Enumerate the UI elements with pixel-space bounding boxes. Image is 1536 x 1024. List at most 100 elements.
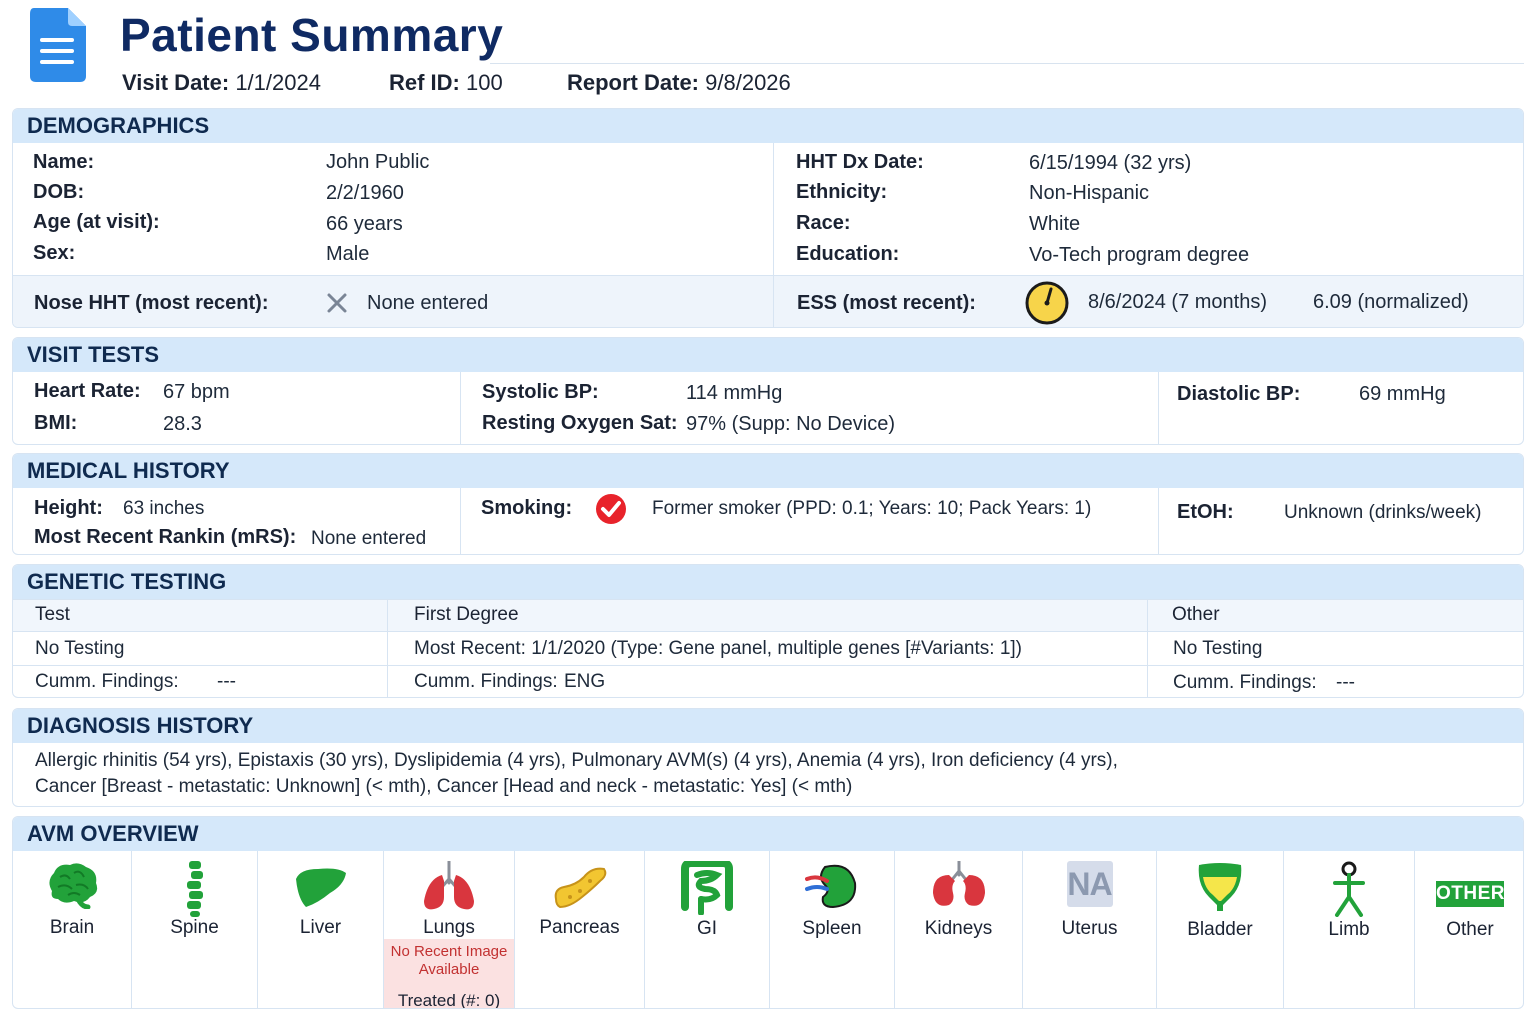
- organ-label: GI: [696, 918, 718, 939]
- other-badge-icon: OTHER: [1436, 881, 1505, 907]
- organ-label: Liver: [299, 917, 342, 938]
- ethnicity-label: Ethnicity:: [796, 181, 888, 203]
- kidneys-icon: [932, 861, 985, 906]
- avm-organ-bladder[interactable]: Bladder: [1157, 851, 1284, 1008]
- race-value: White: [1029, 213, 1081, 235]
- brain-icon: [49, 863, 98, 909]
- clock-icon: [1025, 281, 1069, 325]
- sex-label: Sex:: [33, 242, 76, 264]
- spine-icon: [186, 861, 203, 917]
- page-title: Patient Summary: [120, 9, 504, 61]
- medical-history-section: MEDICAL HISTORY Height: 63 inches Most R…: [12, 453, 1524, 555]
- systolic-value: 114 mmHg: [686, 382, 783, 404]
- avm-organ-spleen[interactable]: Spleen: [770, 851, 895, 1008]
- organ-label: Limb: [1328, 919, 1370, 940]
- column-divider: [460, 372, 461, 444]
- diagnosis-history-heading: DIAGNOSIS HISTORY: [13, 709, 1523, 743]
- column-header-test: Test: [35, 604, 70, 625]
- systolic-label: Systolic BP:: [482, 381, 599, 403]
- height-value: 63 inches: [123, 498, 205, 519]
- header-divider: [490, 63, 1524, 64]
- rankin-value: None entered: [311, 528, 427, 549]
- avm-organ-gi[interactable]: GI: [645, 851, 770, 1008]
- oxygen-value: 97% (Supp: No Device): [686, 413, 895, 435]
- avm-organ-kidneys[interactable]: Kidneys: [895, 851, 1023, 1008]
- lungs-alert: No Recent Image Available Treated (#: 0): [384, 939, 514, 1008]
- pancreas-icon: [554, 867, 606, 909]
- ref-id-value: 100: [466, 70, 503, 95]
- oxygen-label: Resting Oxygen Sat:: [482, 412, 678, 434]
- hht-dx-value: 6/15/1994 (32 yrs): [1029, 152, 1192, 174]
- other-findings: ---: [1336, 672, 1355, 693]
- avm-organ-liver[interactable]: Liver: [258, 851, 384, 1008]
- table-row: Cumm. Findings: --- Cumm. Findings: ENG …: [13, 665, 1523, 697]
- column-divider: [460, 488, 461, 554]
- table-row: No Testing Most Recent: 1/1/2020 (Type: …: [13, 631, 1523, 665]
- avm-overview-heading: AVM OVERVIEW: [13, 817, 1523, 851]
- visit-date: Visit Date: 1/1/2024: [122, 70, 321, 96]
- nose-hht-value: None entered: [367, 292, 489, 314]
- education-value: Vo-Tech program degree: [1029, 244, 1250, 266]
- organ-label: Brain: [49, 917, 95, 938]
- ethnicity-value: Non-Hispanic: [1029, 182, 1150, 204]
- first-degree-status: Most Recent: 1/1/2020 (Type: Gene panel,…: [414, 638, 1022, 659]
- ess-label: ESS (most recent):: [797, 292, 976, 314]
- diagnosis-line-1: Allergic rhinitis (54 yrs), Epistaxis (3…: [35, 750, 1118, 771]
- dob-value: 2/2/1960: [326, 182, 404, 204]
- avm-organ-spine[interactable]: Spine: [132, 851, 258, 1008]
- report-date: Report Date: 9/8/2026: [567, 70, 791, 96]
- document-icon: [30, 8, 86, 82]
- spleen-icon: [805, 864, 857, 909]
- avm-organ-other[interactable]: OTHER Other: [1415, 851, 1523, 1008]
- visit-tests-heading: VISIT TESTS: [13, 338, 1523, 372]
- report-date-value: 9/8/2026: [705, 70, 791, 95]
- organ-label: Pancreas: [539, 917, 620, 938]
- heart-rate-value: 67 bpm: [163, 381, 230, 403]
- avm-organ-pancreas[interactable]: Pancreas: [515, 851, 645, 1008]
- hht-dx-label: HHT Dx Date:: [796, 151, 924, 173]
- avm-organ-limb[interactable]: Limb: [1284, 851, 1415, 1008]
- diastolic-label: Diastolic BP:: [1177, 383, 1301, 405]
- age-value: 66 years: [326, 213, 403, 235]
- avm-organ-lungs[interactable]: Lungs No Recent Image Available Treated …: [384, 851, 515, 1008]
- bmi-value: 28.3: [163, 413, 202, 435]
- avm-organ-brain[interactable]: Brain: [13, 851, 132, 1008]
- etoh-value: Unknown (drinks/week): [1284, 502, 1482, 523]
- demographics-section: DEMOGRAPHICS Name: John Public DOB: 2/2/…: [12, 108, 1524, 328]
- column-divider: [387, 599, 388, 697]
- ess-score: 6.09 (normalized): [1313, 291, 1469, 313]
- medical-history-heading: MEDICAL HISTORY: [13, 454, 1523, 488]
- recent-scores-row: Nose HHT (most recent): None entered ESS…: [13, 275, 1523, 327]
- na-icon: NA: [1066, 861, 1113, 907]
- report-header: Patient Summary Visit Date: 1/1/2024 Ref…: [0, 0, 1536, 100]
- findings-label: Cumm. Findings:: [35, 671, 179, 692]
- organ-label: Uterus: [1061, 918, 1118, 939]
- etoh-label: EtOH:: [1177, 501, 1234, 523]
- avm-organ-uterus[interactable]: NA Uterus: [1023, 851, 1157, 1008]
- ess-date: 8/6/2024 (7 months): [1088, 291, 1267, 313]
- organ-label: Other: [1446, 919, 1494, 940]
- ref-id: Ref ID: 100: [389, 70, 503, 96]
- bladder-icon: [1198, 863, 1242, 911]
- genetic-testing-section: GENETIC TESTING Test First Degree Other …: [12, 564, 1524, 698]
- height-label: Height:: [34, 497, 103, 519]
- report-date-label: Report Date:: [567, 70, 700, 95]
- organ-label: Spleen: [802, 918, 862, 939]
- avm-overview-section: AVM OVERVIEW Brain Spine Liver Lungs No …: [12, 816, 1524, 1009]
- column-divider: [1158, 488, 1159, 554]
- liver-icon: [295, 868, 346, 907]
- test-findings: ---: [217, 671, 236, 692]
- test-status: No Testing: [35, 638, 125, 659]
- race-label: Race:: [796, 212, 851, 234]
- demographics-heading: DEMOGRAPHICS: [13, 109, 1523, 143]
- smoking-value: Former smoker (PPD: 0.1; Years: 10; Pack…: [652, 498, 1092, 519]
- nose-hht-label: Nose HHT (most recent):: [34, 292, 269, 314]
- organ-label: Kidneys: [924, 918, 993, 939]
- column-divider: [1147, 599, 1148, 697]
- findings-label: Cumm. Findings:: [1173, 672, 1317, 693]
- smoking-label: Smoking:: [481, 497, 573, 519]
- other-status: No Testing: [1173, 638, 1263, 659]
- visit-date-label: Visit Date:: [122, 70, 230, 95]
- heart-rate-label: Heart Rate:: [34, 380, 141, 402]
- genetic-testing-heading: GENETIC TESTING: [13, 565, 1523, 599]
